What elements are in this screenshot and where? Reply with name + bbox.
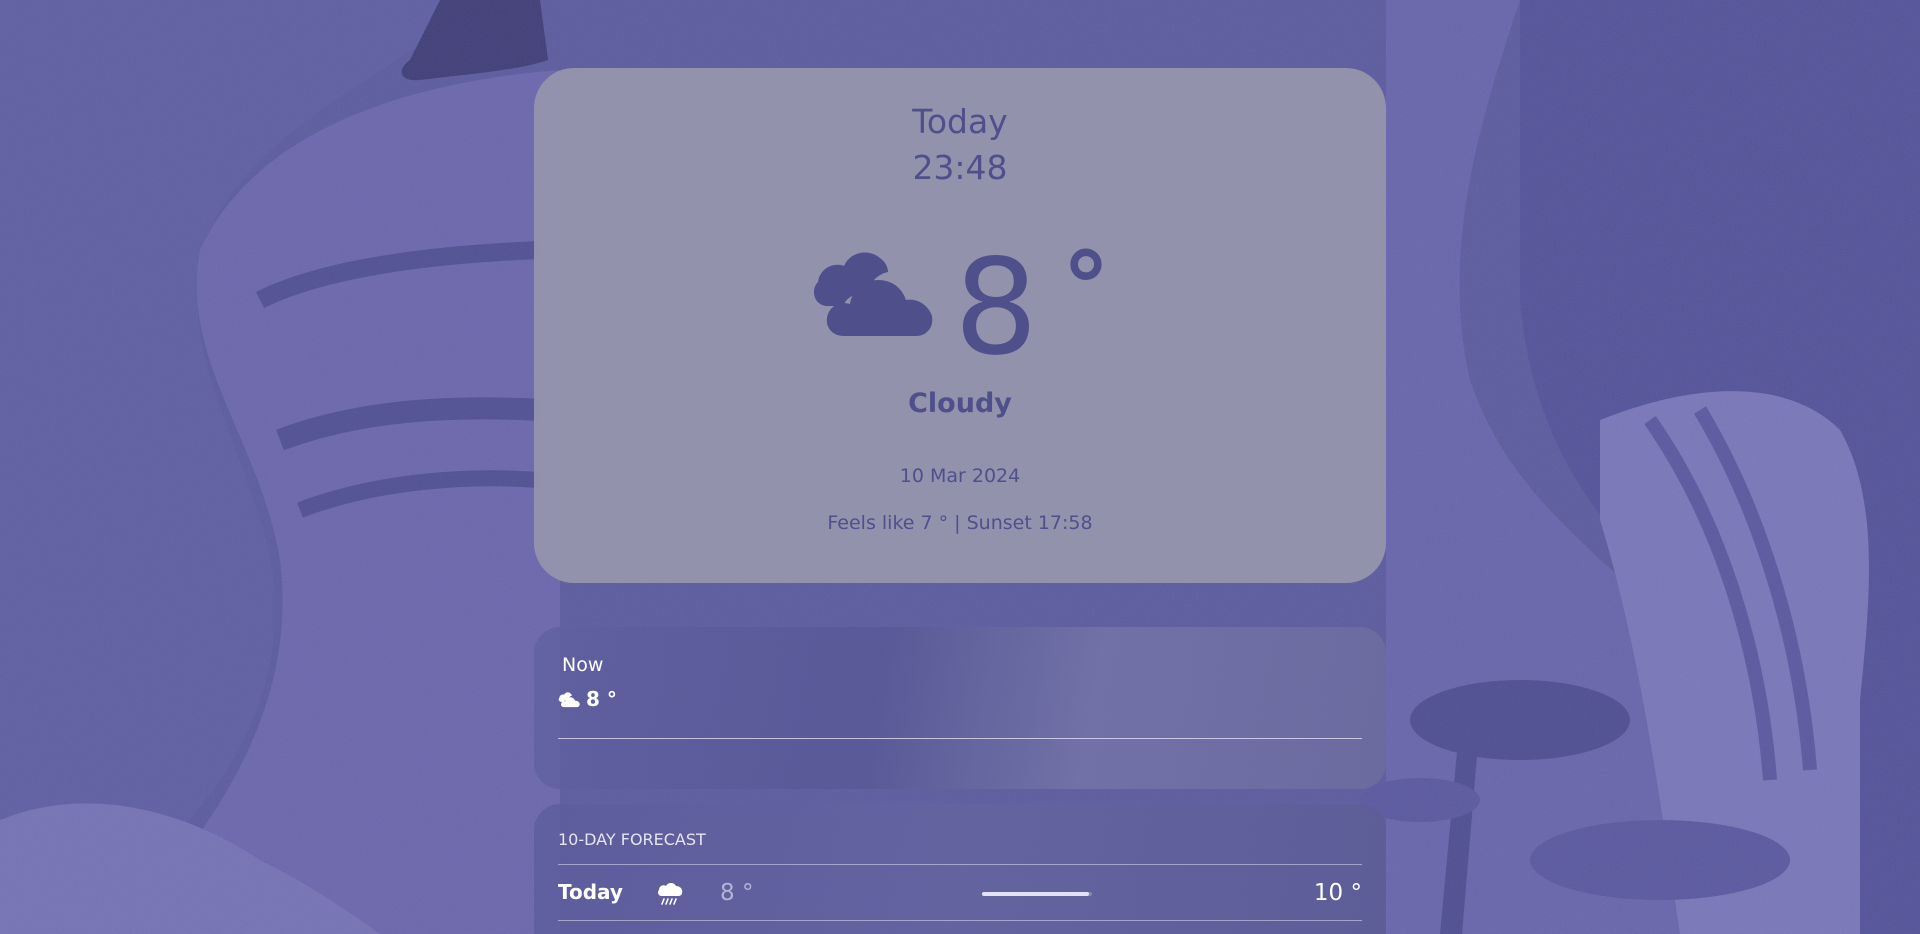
- divider: [558, 738, 1362, 739]
- now-temperature: 8 °: [586, 687, 617, 711]
- rain-icon: [658, 883, 683, 905]
- forecast-low: 8 °: [720, 880, 754, 906]
- cloudy-icon: [558, 692, 580, 708]
- ten-day-forecast-card: 10-DAY FORECAST Today 8 ° 10 °: [534, 804, 1386, 934]
- now-label: Now: [562, 654, 604, 676]
- hourly-forecast-card: Now 8 °: [534, 627, 1386, 789]
- forecast-row[interactable]: Today 8 ° 10 °: [558, 866, 1362, 920]
- cloudy-icon: [813, 252, 933, 336]
- now-item: 8 °: [558, 687, 617, 711]
- current-weather-card: Today 23:48 8 ° Cloudy 10 Mar 2024 Feels…: [534, 68, 1386, 583]
- hero-condition: Cloudy: [908, 388, 1012, 419]
- divider: [558, 864, 1362, 865]
- temperature-range-fill: [982, 892, 1089, 896]
- hero-date: 10 Mar 2024: [899, 465, 1021, 487]
- forecast-high: 10 °: [1313, 880, 1362, 906]
- hero-time: 23:48: [912, 148, 1008, 187]
- temperature-range-bar: [982, 892, 1092, 896]
- hero-day-label: Today: [912, 102, 1008, 141]
- hero-degree-symbol: °: [1062, 232, 1110, 344]
- hero-temperature: 8: [954, 231, 1040, 385]
- divider: [558, 920, 1362, 921]
- forecast-title: 10-DAY FORECAST: [558, 830, 706, 849]
- forecast-day: Today: [558, 880, 623, 904]
- hero-details: Feels like 7 ° | Sunset 17:58: [827, 512, 1093, 534]
